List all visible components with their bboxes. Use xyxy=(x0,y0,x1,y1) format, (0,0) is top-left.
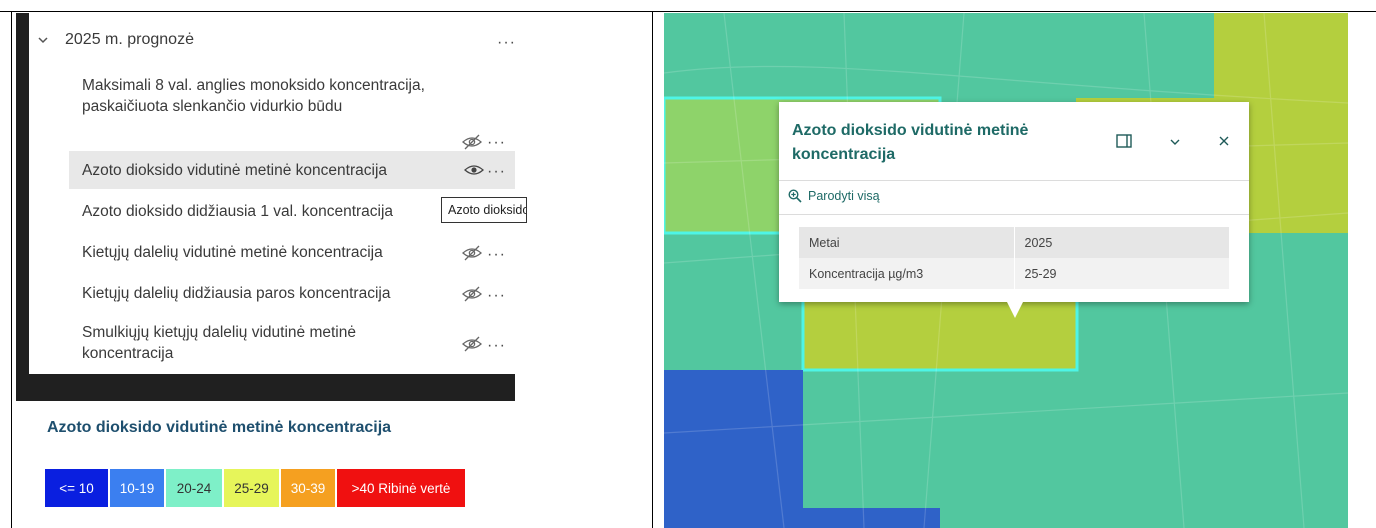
layer-item-label: Kietųjų dalelių vidutinė metinė koncentr… xyxy=(82,244,383,261)
legend-class-2: 10-19 xyxy=(110,469,166,507)
zoom-in-icon xyxy=(788,189,802,203)
more-options-icon[interactable]: ··· xyxy=(487,247,506,263)
layer-item-pm10-annual[interactable]: Kietųjų dalelių vidutinė metinė koncentr… xyxy=(69,235,515,271)
popup-divider xyxy=(779,214,1249,215)
zoom-to-button[interactable]: Parodyti visą xyxy=(788,189,880,203)
frame-divider xyxy=(652,11,653,528)
legend-class-5: 30-39 xyxy=(281,469,337,507)
popup-divider xyxy=(779,180,1249,181)
attribute-value: 25-29 xyxy=(1014,258,1229,289)
legend-bar: <= 10 10-19 20-24 25-29 30-39 >40 Ribinė… xyxy=(45,469,465,507)
legend-class-6: >40 Ribinė vertė xyxy=(337,469,465,507)
eye-off-icon[interactable] xyxy=(461,134,483,150)
layer-item-label: Smulkiųjų kietųjų dalelių vidutinė metin… xyxy=(82,324,356,362)
attribute-key: Koncentracija µg/m3 xyxy=(799,258,1015,289)
more-options-icon[interactable]: ··· xyxy=(487,338,506,354)
legend-class-1: <= 10 xyxy=(45,469,110,507)
attribute-key: Metai xyxy=(799,227,1015,258)
dock-icon[interactable] xyxy=(1116,134,1132,148)
chevron-down-icon[interactable] xyxy=(36,33,50,47)
frame-top-border xyxy=(0,11,1376,12)
legend-class-3: 20-24 xyxy=(166,469,224,507)
eye-icon[interactable] xyxy=(463,162,485,178)
group-layer-label: 2025 m. prognozė xyxy=(65,31,194,48)
chevron-down-icon[interactable] xyxy=(1170,138,1180,146)
layer-item-label: Maksimali 8 val. anglies monoksido konce… xyxy=(82,77,425,115)
more-options-icon[interactable]: ··· xyxy=(487,135,506,151)
more-options-icon[interactable]: ··· xyxy=(487,288,506,304)
layer-list: 2025 m. prognozė ··· Maksimali 8 val. an… xyxy=(29,13,515,374)
layer-item-co-max-8h[interactable]: Maksimali 8 val. anglies monoksido konce… xyxy=(69,71,515,151)
table-row: Metai 2025 xyxy=(799,227,1229,258)
layer-item-pm25-annual[interactable]: Smulkiųjų kietųjų dalelių vidutinė metin… xyxy=(69,319,515,373)
layer-item-no2-annual[interactable]: Azoto dioksido vidutinė metinė koncentra… xyxy=(69,151,515,189)
popup-pointer xyxy=(1006,300,1024,318)
group-layer-2025[interactable]: 2025 m. prognozė ··· xyxy=(29,23,515,61)
more-options-icon[interactable]: ··· xyxy=(497,35,516,51)
layer-item-pm10-daily[interactable]: Kietųjų dalelių didžiausia paros koncent… xyxy=(69,276,515,312)
eye-off-icon[interactable] xyxy=(461,336,483,352)
table-row: Koncentracija µg/m3 25-29 xyxy=(799,258,1229,289)
close-icon[interactable] xyxy=(1219,136,1229,146)
layer-tooltip: Azoto dioksido vidutinė metinė koncentra… xyxy=(441,197,527,223)
eye-off-icon[interactable] xyxy=(461,286,483,302)
grid-cell-blue[interactable] xyxy=(803,508,940,528)
frame-left-border xyxy=(11,11,12,528)
legend-title: Azoto dioksido vidutinė metinė koncentra… xyxy=(47,419,392,436)
popup-attribute-table: Metai 2025 Koncentracija µg/m3 25-29 xyxy=(799,227,1229,289)
layer-item-label: Azoto dioksido vidutinė metinė koncentra… xyxy=(82,162,388,179)
grid-cell-blue[interactable] xyxy=(664,370,803,528)
layer-item-label: Kietųjų dalelių didžiausia paros koncent… xyxy=(82,285,391,302)
attribute-value: 2025 xyxy=(1014,227,1229,258)
more-options-icon[interactable]: ··· xyxy=(487,164,506,180)
layer-item-label: Azoto dioksido didžiausia 1 val. koncent… xyxy=(82,203,394,220)
popup-title: Azoto dioksido vidutinė metinė koncentra… xyxy=(792,122,1029,163)
feature-popup: Azoto dioksido vidutinė metinė koncentra… xyxy=(779,102,1249,302)
legend-class-4: 25-29 xyxy=(224,469,281,507)
eye-off-icon[interactable] xyxy=(461,245,483,261)
zoom-to-label: Parodyti visą xyxy=(808,189,880,203)
